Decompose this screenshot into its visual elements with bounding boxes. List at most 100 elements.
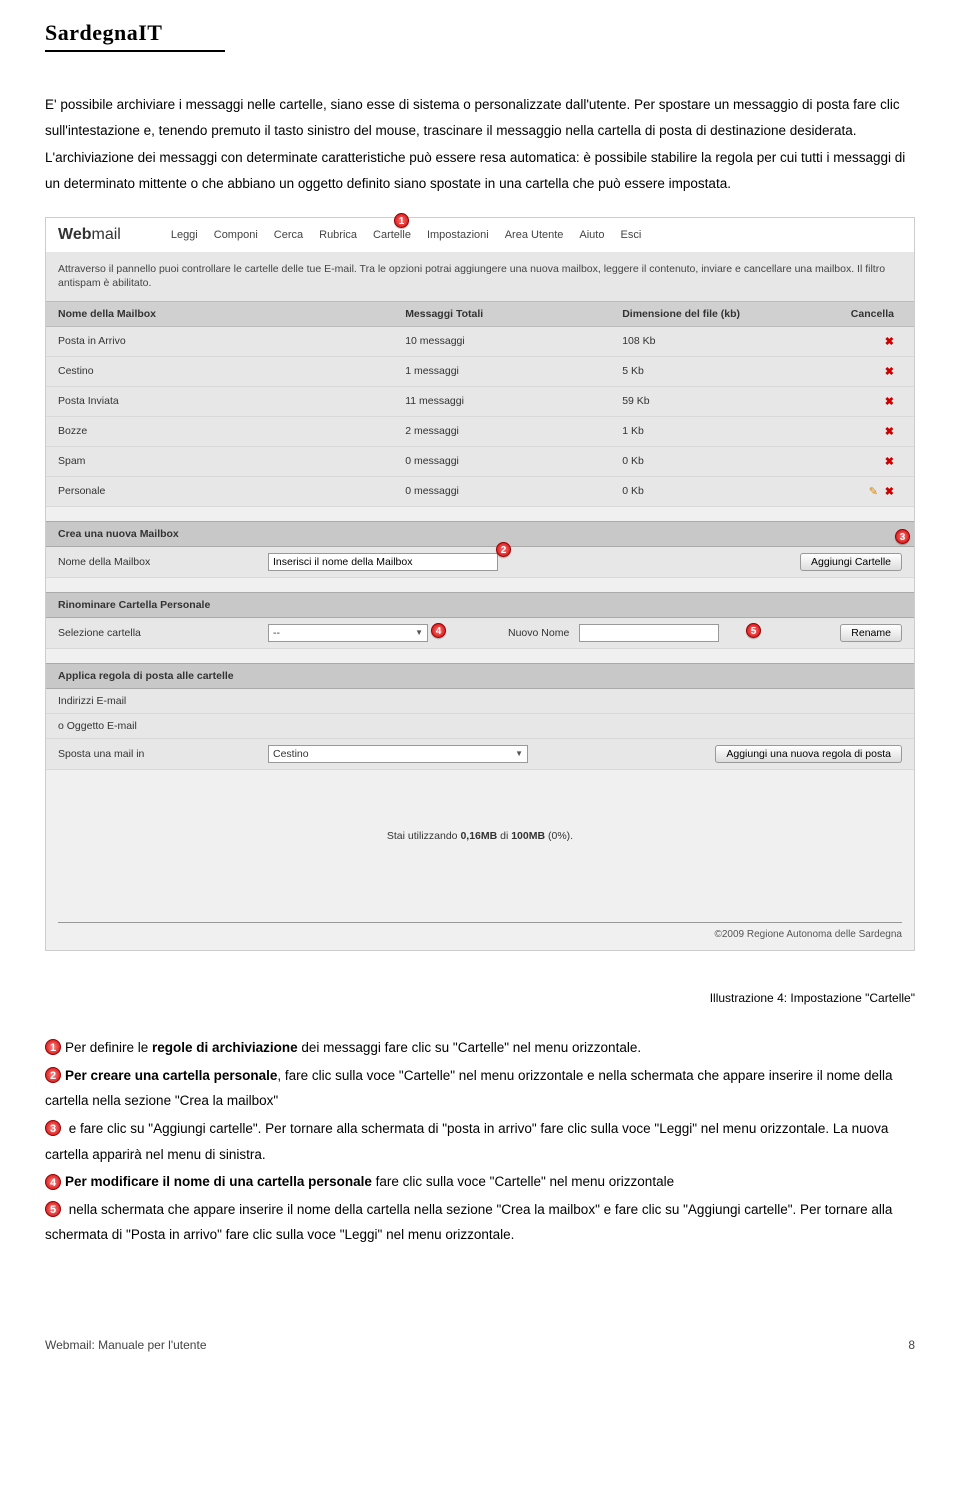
step-5: 5 nella schermata che appare inserire il…: [45, 1197, 915, 1248]
rename-button[interactable]: Rename: [840, 624, 902, 642]
table-row: Bozze2 messaggi1 Kb: [46, 416, 914, 446]
cell-actions: [827, 446, 914, 476]
logo-brand: Sardegna: [45, 20, 138, 45]
step-4-bold: Per modificare il nome di una cartella p…: [65, 1174, 372, 1189]
callout-2: 2: [496, 542, 511, 557]
delete-icon[interactable]: [882, 395, 894, 407]
create-mailbox-input[interactable]: [268, 553, 498, 571]
callout-1: 1: [394, 213, 409, 228]
section-rename-folder: Rinominare Cartella Personale: [46, 592, 914, 618]
rule-move-value: Cestino: [273, 748, 309, 760]
webmail-nav: Leggi Componi Cerca Rubrica Cartelle Imp…: [171, 229, 641, 241]
rule-subject-row: o Oggetto E-mail: [46, 714, 914, 739]
nav-aiuto[interactable]: Aiuto: [579, 229, 604, 241]
cell-size: 1 Kb: [610, 416, 827, 446]
nav-area-utente[interactable]: Area Utente: [505, 229, 564, 241]
delete-icon[interactable]: [882, 455, 894, 467]
delete-icon[interactable]: [882, 425, 894, 437]
create-mailbox-row: Nome della Mailbox 2 Aggiungi Cartelle 3: [46, 547, 914, 578]
rule-address-label: Indirizzi E-mail: [58, 695, 268, 707]
step-1: 1Per definire le regole di archiviazione…: [45, 1035, 915, 1061]
table-row: Personale0 messaggi0 Kb: [46, 476, 914, 506]
cell-name: Cestino: [46, 356, 393, 386]
intro-paragraph-2: L'archiviazione dei messaggi con determi…: [45, 145, 915, 196]
cell-actions: [827, 476, 914, 506]
nav-rubrica[interactable]: Rubrica: [319, 229, 357, 241]
cell-size: 0 Kb: [610, 476, 827, 506]
cell-name: Posta in Arrivo: [46, 326, 393, 356]
rule-move-select[interactable]: Cestino▼: [268, 745, 528, 763]
logo: SardegnaIT: [45, 20, 915, 46]
cell-name: Posta Inviata: [46, 386, 393, 416]
cell-actions: [827, 356, 914, 386]
table-row: Cestino1 messaggi5 Kb: [46, 356, 914, 386]
cell-msgs: 0 messaggi: [393, 476, 610, 506]
section-apply-rule: Applica regola di posta alle cartelle: [46, 663, 914, 689]
badge-4: 4: [45, 1174, 61, 1190]
step-3: 3 e fare clic su "Aggiungi cartelle". Pe…: [45, 1116, 915, 1167]
callout-4: 4: [431, 623, 446, 638]
usage-prefix: Stai utilizzando: [387, 830, 461, 842]
delete-icon[interactable]: [882, 485, 894, 497]
delete-icon[interactable]: [882, 335, 894, 347]
rule-address-row: Indirizzi E-mail: [46, 689, 914, 714]
logo-underline: [45, 50, 225, 52]
cell-msgs: 2 messaggi: [393, 416, 610, 446]
add-rule-button[interactable]: Aggiungi una nuova regola di posta: [715, 745, 902, 763]
edit-icon[interactable]: [869, 486, 882, 498]
rule-subject-label: o Oggetto E-mail: [58, 720, 268, 732]
add-folder-button[interactable]: Aggiungi Cartelle: [800, 553, 902, 571]
cell-actions: [827, 386, 914, 416]
rename-newname-label: Nuovo Nome: [508, 627, 569, 639]
intro-text: E' possibile archiviare i messaggi nelle…: [45, 92, 915, 197]
nav-impostazioni[interactable]: Impostazioni: [427, 229, 489, 241]
nav-cerca[interactable]: Cerca: [274, 229, 303, 241]
badge-2: 2: [45, 1067, 61, 1083]
cell-size: 108 Kb: [610, 326, 827, 356]
cell-name: Bozze: [46, 416, 393, 446]
nav-componi[interactable]: Componi: [214, 229, 258, 241]
cell-msgs: 11 messaggi: [393, 386, 610, 416]
rename-select-value: --: [273, 627, 280, 639]
step-1-text-a: Per definire le: [65, 1040, 152, 1055]
usage-suffix: (0%).: [545, 830, 573, 842]
usage-total: 100MB: [511, 830, 545, 842]
usage-used: 0,16MB: [460, 830, 497, 842]
nav-cartelle[interactable]: Cartelle: [373, 229, 411, 241]
cell-name: Spam: [46, 446, 393, 476]
chevron-down-icon: ▼: [415, 628, 423, 637]
nav-esci[interactable]: Esci: [620, 229, 641, 241]
step-5-text: nella schermata che appare inserire il n…: [45, 1202, 892, 1243]
usage-line: Stai utilizzando 0,16MB di 100MB (0%).: [46, 770, 914, 842]
intro-paragraph-1: E' possibile archiviare i messaggi nelle…: [45, 92, 915, 143]
nav-leggi[interactable]: Leggi: [171, 229, 198, 241]
step-4-text: fare clic sulla voce "Cartelle" nel menu…: [372, 1174, 674, 1189]
rename-folder-row: Selezione cartella --▼ 4 Nuovo Nome 5 Re…: [46, 618, 914, 649]
webmail-brand: Webmail: [58, 226, 121, 244]
webmail-copyright: ©2009 Regione Autonoma delle Sardegna: [46, 929, 914, 950]
rename-newname-input[interactable]: [579, 624, 719, 642]
step-3-text: e fare clic su "Aggiungi cartelle". Per …: [45, 1121, 888, 1162]
logo-suffix: IT: [138, 20, 162, 45]
webmail-screenshot: Webmail Leggi Componi Cerca Rubrica Cart…: [45, 217, 915, 951]
cell-msgs: 0 messaggi: [393, 446, 610, 476]
th-cancel: Cancella: [827, 301, 914, 326]
cell-actions: [827, 416, 914, 446]
th-msgs: Messaggi Totali: [393, 301, 610, 326]
cell-msgs: 10 messaggi: [393, 326, 610, 356]
cell-size: 59 Kb: [610, 386, 827, 416]
delete-icon[interactable]: [882, 365, 894, 377]
th-size: Dimensione del file (kb): [610, 301, 827, 326]
callout-3: 3: [895, 529, 910, 544]
footer-left: Webmail: Manuale per l'utente: [45, 1338, 207, 1352]
step-4: 4 Per modificare il nome di una cartella …: [45, 1169, 915, 1195]
webmail-brand-light: mail: [91, 226, 120, 243]
footer-right: 8: [908, 1338, 915, 1352]
callout-5: 5: [746, 623, 761, 638]
rename-select[interactable]: -- ▼: [268, 624, 428, 642]
cell-msgs: 1 messaggi: [393, 356, 610, 386]
cell-size: 5 Kb: [610, 356, 827, 386]
usage-mid: di: [497, 830, 511, 842]
cell-name: Personale: [46, 476, 393, 506]
table-row: Spam0 messaggi0 Kb: [46, 446, 914, 476]
